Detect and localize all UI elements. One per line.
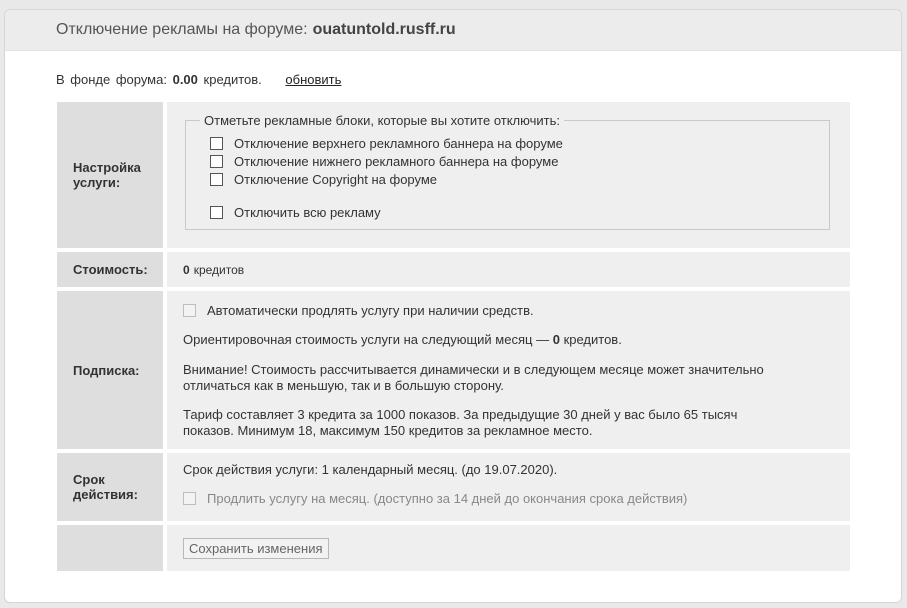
bottom-banner-checkbox[interactable] (210, 154, 223, 168)
bottom-banner-label: Отключение нижнего рекламного баннера на… (234, 153, 559, 169)
balance-amount: 0.00 (172, 72, 198, 87)
subscription-value: Автоматически продлять услугу при наличи… (167, 291, 850, 449)
auto-renew-option[interactable]: Автоматически продлять услугу при наличи… (183, 301, 834, 319)
option-bottom-banner[interactable]: Отключение нижнего рекламного баннера на… (210, 152, 807, 170)
row-cost: Стоимость: 0 кредитов (57, 252, 850, 287)
ad-disable-panel: Отключение рекламы на форуме: ouatuntold.… (4, 9, 902, 603)
extend-label: Продлить услугу на месяц. (доступно за 1… (207, 490, 688, 506)
tariff-line-1: Тариф составляет 3 кредита за 1000 показ… (183, 407, 738, 422)
extend-checkbox[interactable] (183, 491, 196, 505)
warning-line-2: отличаться как в меньшую, так и в большу… (183, 378, 504, 393)
option-top-banner[interactable]: Отключение верхнего рекламного баннера н… (210, 134, 807, 152)
auto-renew-checkbox[interactable] (183, 303, 196, 317)
row-validity: Срок действия: Срок действия услуги: 1 к… (57, 453, 850, 521)
next-month-unit: кредитов. (563, 332, 622, 347)
forum-domain: ouatuntold.rusff.ru (312, 21, 456, 38)
row-subscription: Подписка: Автоматически продлять услугу … (57, 291, 850, 449)
service-settings-label: Настройка услуги: (57, 102, 163, 248)
row-actions: Сохранить изменения (57, 525, 850, 571)
extend-option[interactable]: Продлить услугу на месяц. (доступно за 1… (183, 489, 834, 507)
disable-all-label: Отключить всю рекламу (234, 204, 381, 220)
top-banner-checkbox[interactable] (210, 136, 223, 150)
page-title: Отключение рекламы на форуме: (56, 21, 308, 38)
tariff-line-2: показов. Минимум 18, максимум 150 кредит… (183, 423, 593, 438)
validity-label: Срок действия: (57, 453, 163, 521)
tariff-info: Тариф составляет 3 кредита за 1000 показ… (183, 407, 834, 439)
panel-header: Отключение рекламы на форуме: ouatuntold.… (5, 10, 901, 51)
balance-unit: кредитов. (203, 72, 262, 87)
subscription-label: Подписка: (57, 291, 163, 449)
actions-value: Сохранить изменения (167, 525, 850, 571)
warning-line-1: Внимание! Стоимость рассчитывается динам… (183, 362, 764, 377)
refresh-link[interactable]: обновить (285, 72, 341, 87)
option-copyright[interactable]: Отключение Copyright на форуме (210, 170, 807, 188)
next-month-amount: 0 (552, 332, 560, 347)
balance-prefix: В фонде форума: (56, 72, 167, 87)
option-disable-all[interactable]: Отключить всю рекламу (210, 203, 807, 221)
service-settings-value: Отметьте рекламные блоки, которые вы хот… (167, 102, 850, 248)
balance-line: В фонде форума: 0.00 кредитов. обновить (56, 72, 341, 87)
cost-unit: кредитов (193, 262, 245, 277)
next-month-prefix: Ориентировочная стоимость услуги на след… (183, 332, 550, 347)
cost-amount: 0 (183, 262, 190, 277)
auto-renew-label: Автоматически продлять услугу при наличи… (207, 302, 534, 318)
cost-value: 0 кредитов (167, 252, 850, 287)
ad-blocks-legend: Отметьте рекламные блоки, которые вы хот… (204, 113, 560, 128)
cost-label: Стоимость: (57, 252, 163, 287)
actions-label (57, 525, 163, 571)
price-warning: Внимание! Стоимость рассчитывается динам… (183, 362, 834, 394)
ad-blocks-fieldset: Отметьте рекламные блоки, которые вы хот… (185, 113, 830, 230)
validity-value: Срок действия услуги: 1 календарный меся… (167, 453, 850, 521)
settings-table: Настройка услуги: Отметьте рекламные бло… (57, 102, 850, 575)
copyright-label: Отключение Copyright на форуме (234, 171, 438, 187)
top-banner-label: Отключение верхнего рекламного баннера н… (234, 135, 563, 151)
copyright-checkbox[interactable] (210, 172, 223, 186)
row-service-settings: Настройка услуги: Отметьте рекламные бло… (57, 102, 850, 248)
save-button[interactable]: Сохранить изменения (183, 537, 329, 559)
next-month-cost: Ориентировочная стоимость услуги на след… (183, 332, 834, 348)
disable-all-checkbox[interactable] (210, 205, 223, 219)
validity-period: Срок действия услуги: 1 календарный меся… (183, 462, 558, 477)
